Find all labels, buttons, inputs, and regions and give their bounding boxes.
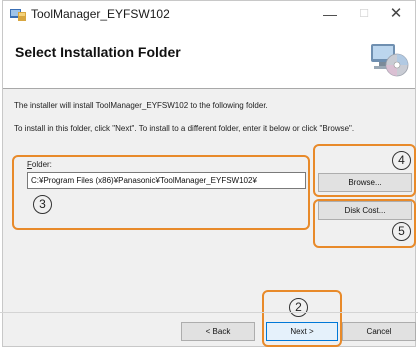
close-button[interactable]: ✕ [381, 5, 411, 23]
callout-number-2: 2 [289, 298, 308, 317]
callout-number-5: 5 [392, 222, 411, 241]
back-button[interactable]: < Back [181, 322, 255, 341]
page-header: Select Installation Folder [3, 28, 415, 89]
browse-button[interactable]: Browse... [318, 173, 412, 192]
window-title: ToolManager_EYFSW102 [31, 7, 170, 21]
disk-cost-button[interactable]: Disk Cost... [318, 201, 412, 220]
page-title: Select Installation Folder [15, 44, 181, 60]
computer-disc-icon [371, 44, 409, 77]
folder-label: Folder: [27, 160, 52, 169]
maximize-button[interactable]: ☐ [349, 5, 379, 23]
install-description: The installer will install ToolManager_E… [14, 101, 268, 110]
folder-path-input[interactable] [27, 172, 306, 189]
callout-folder-outline [12, 155, 310, 230]
cancel-button[interactable]: Cancel [342, 322, 416, 341]
install-instructions: To install in this folder, click "Next".… [14, 124, 355, 133]
callout-number-3: 3 [33, 195, 52, 214]
footer-divider [0, 312, 418, 313]
next-button[interactable]: Next > [266, 322, 338, 341]
title-bar: ToolManager_EYFSW102 — ☐ ✕ [3, 1, 415, 28]
folder-label-text: older: [31, 160, 52, 169]
minimize-button[interactable]: — [315, 5, 345, 23]
installer-app-icon [10, 9, 26, 21]
callout-number-4: 4 [392, 151, 411, 170]
